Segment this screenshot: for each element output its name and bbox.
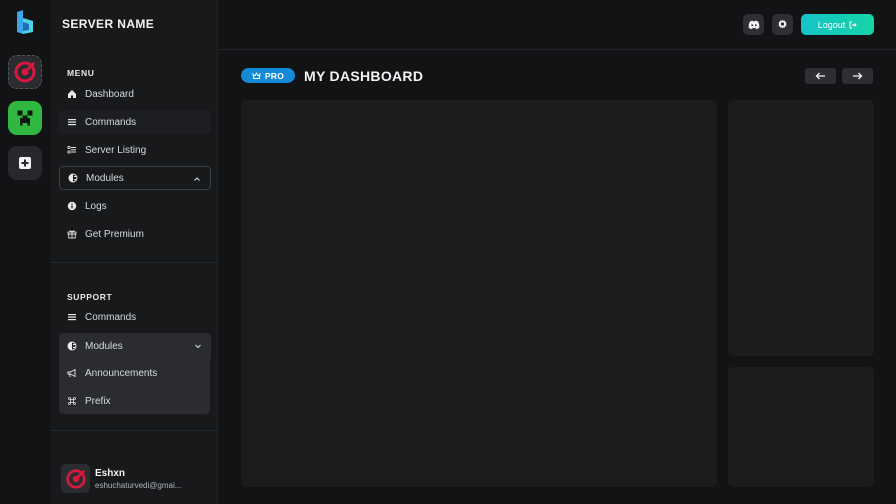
- target-logo-icon: [14, 61, 36, 83]
- sidebar-item-modules[interactable]: Modules: [59, 166, 211, 190]
- sidebar-item-logs[interactable]: Logs: [59, 194, 211, 218]
- modules-icon: [67, 341, 77, 351]
- support-section-label: SUPPORT: [67, 292, 113, 302]
- creeper-icon: [17, 110, 33, 126]
- chevron-up-icon: [194, 177, 200, 181]
- support-item-commands[interactable]: Commands: [59, 305, 211, 329]
- checklist-icon: [67, 145, 77, 155]
- discord-icon: [748, 20, 759, 29]
- menu-section-label: MENU: [67, 68, 95, 78]
- target-logo-icon: [65, 468, 86, 489]
- side-card-bottom: [728, 367, 874, 487]
- app: SERVER NAME MENU Dashboard Commands Serv…: [0, 0, 896, 504]
- sidebar-item-label: Logs: [85, 200, 107, 212]
- list-icon: [67, 117, 77, 127]
- server-rail: [0, 0, 50, 504]
- sidebar-item-label: Announcements: [85, 367, 158, 379]
- discord-button[interactable]: [743, 14, 764, 35]
- sidebar-item-label: Commands: [85, 116, 137, 128]
- page-title: MY DASHBOARD: [304, 68, 424, 84]
- side-card-top: [728, 100, 874, 356]
- arrow-left-icon: [815, 72, 825, 80]
- sidebar-item-label: Modules: [85, 340, 123, 352]
- pro-badge: PRO: [241, 68, 295, 83]
- sidebar-item-dashboard[interactable]: Dashboard: [59, 82, 211, 106]
- sidebar-divider: [51, 430, 218, 431]
- gift-icon: [67, 229, 77, 239]
- sidebar-item-label: Server Listing: [85, 144, 147, 156]
- top-bar: Logout: [219, 0, 896, 50]
- logout-label: Logout: [817, 19, 846, 30]
- server-icon-creeper[interactable]: [8, 101, 42, 135]
- submenu-item-announcements[interactable]: Announcements: [59, 361, 211, 385]
- chevron-down-icon: [195, 344, 201, 349]
- home-icon: [67, 89, 77, 99]
- sidebar-item-label: Commands: [85, 311, 137, 323]
- gear-icon: [778, 19, 787, 29]
- sidebar-item-server-listing[interactable]: Server Listing: [59, 138, 211, 162]
- logout-button[interactable]: Logout: [801, 14, 874, 35]
- sidebar-item-label: Dashboard: [85, 88, 134, 100]
- plus-square-icon: [19, 157, 31, 169]
- next-button[interactable]: [842, 68, 873, 84]
- sign-out-icon: [849, 21, 857, 28]
- avatar: [61, 464, 90, 493]
- user-profile[interactable]: Eshxn eshuchaturvedi@gmai...: [61, 464, 211, 494]
- info-icon: [67, 201, 77, 211]
- command-key-icon: [67, 396, 77, 406]
- sidebar: SERVER NAME MENU Dashboard Commands Serv…: [51, 0, 218, 504]
- crown-icon: [252, 71, 261, 79]
- user-email: eshuchaturvedi@gmai...: [95, 481, 182, 490]
- arrow-right-icon: [853, 72, 863, 80]
- sidebar-item-label: Get Premium: [85, 228, 144, 240]
- app-logo-icon[interactable]: [15, 10, 35, 36]
- megaphone-icon: [67, 368, 77, 378]
- modules-icon: [68, 173, 78, 183]
- user-name: Eshxn: [95, 468, 126, 479]
- sidebar-item-label: Prefix: [85, 395, 111, 407]
- sidebar-item-commands[interactable]: Commands: [59, 110, 211, 134]
- previous-button[interactable]: [805, 68, 836, 84]
- submenu-item-prefix[interactable]: Prefix: [59, 389, 211, 413]
- list-icon: [67, 312, 77, 322]
- support-item-modules[interactable]: Modules: [59, 333, 211, 359]
- main-content-card: [241, 100, 717, 487]
- sidebar-item-label: Modules: [86, 172, 124, 184]
- sidebar-item-get-premium[interactable]: Get Premium: [59, 222, 211, 246]
- pro-badge-label: PRO: [264, 70, 285, 81]
- sidebar-divider: [51, 262, 218, 263]
- server-icon-active[interactable]: [8, 55, 42, 89]
- server-name: SERVER NAME: [62, 17, 155, 31]
- settings-button[interactable]: [772, 14, 793, 35]
- add-server-button[interactable]: [8, 146, 42, 180]
